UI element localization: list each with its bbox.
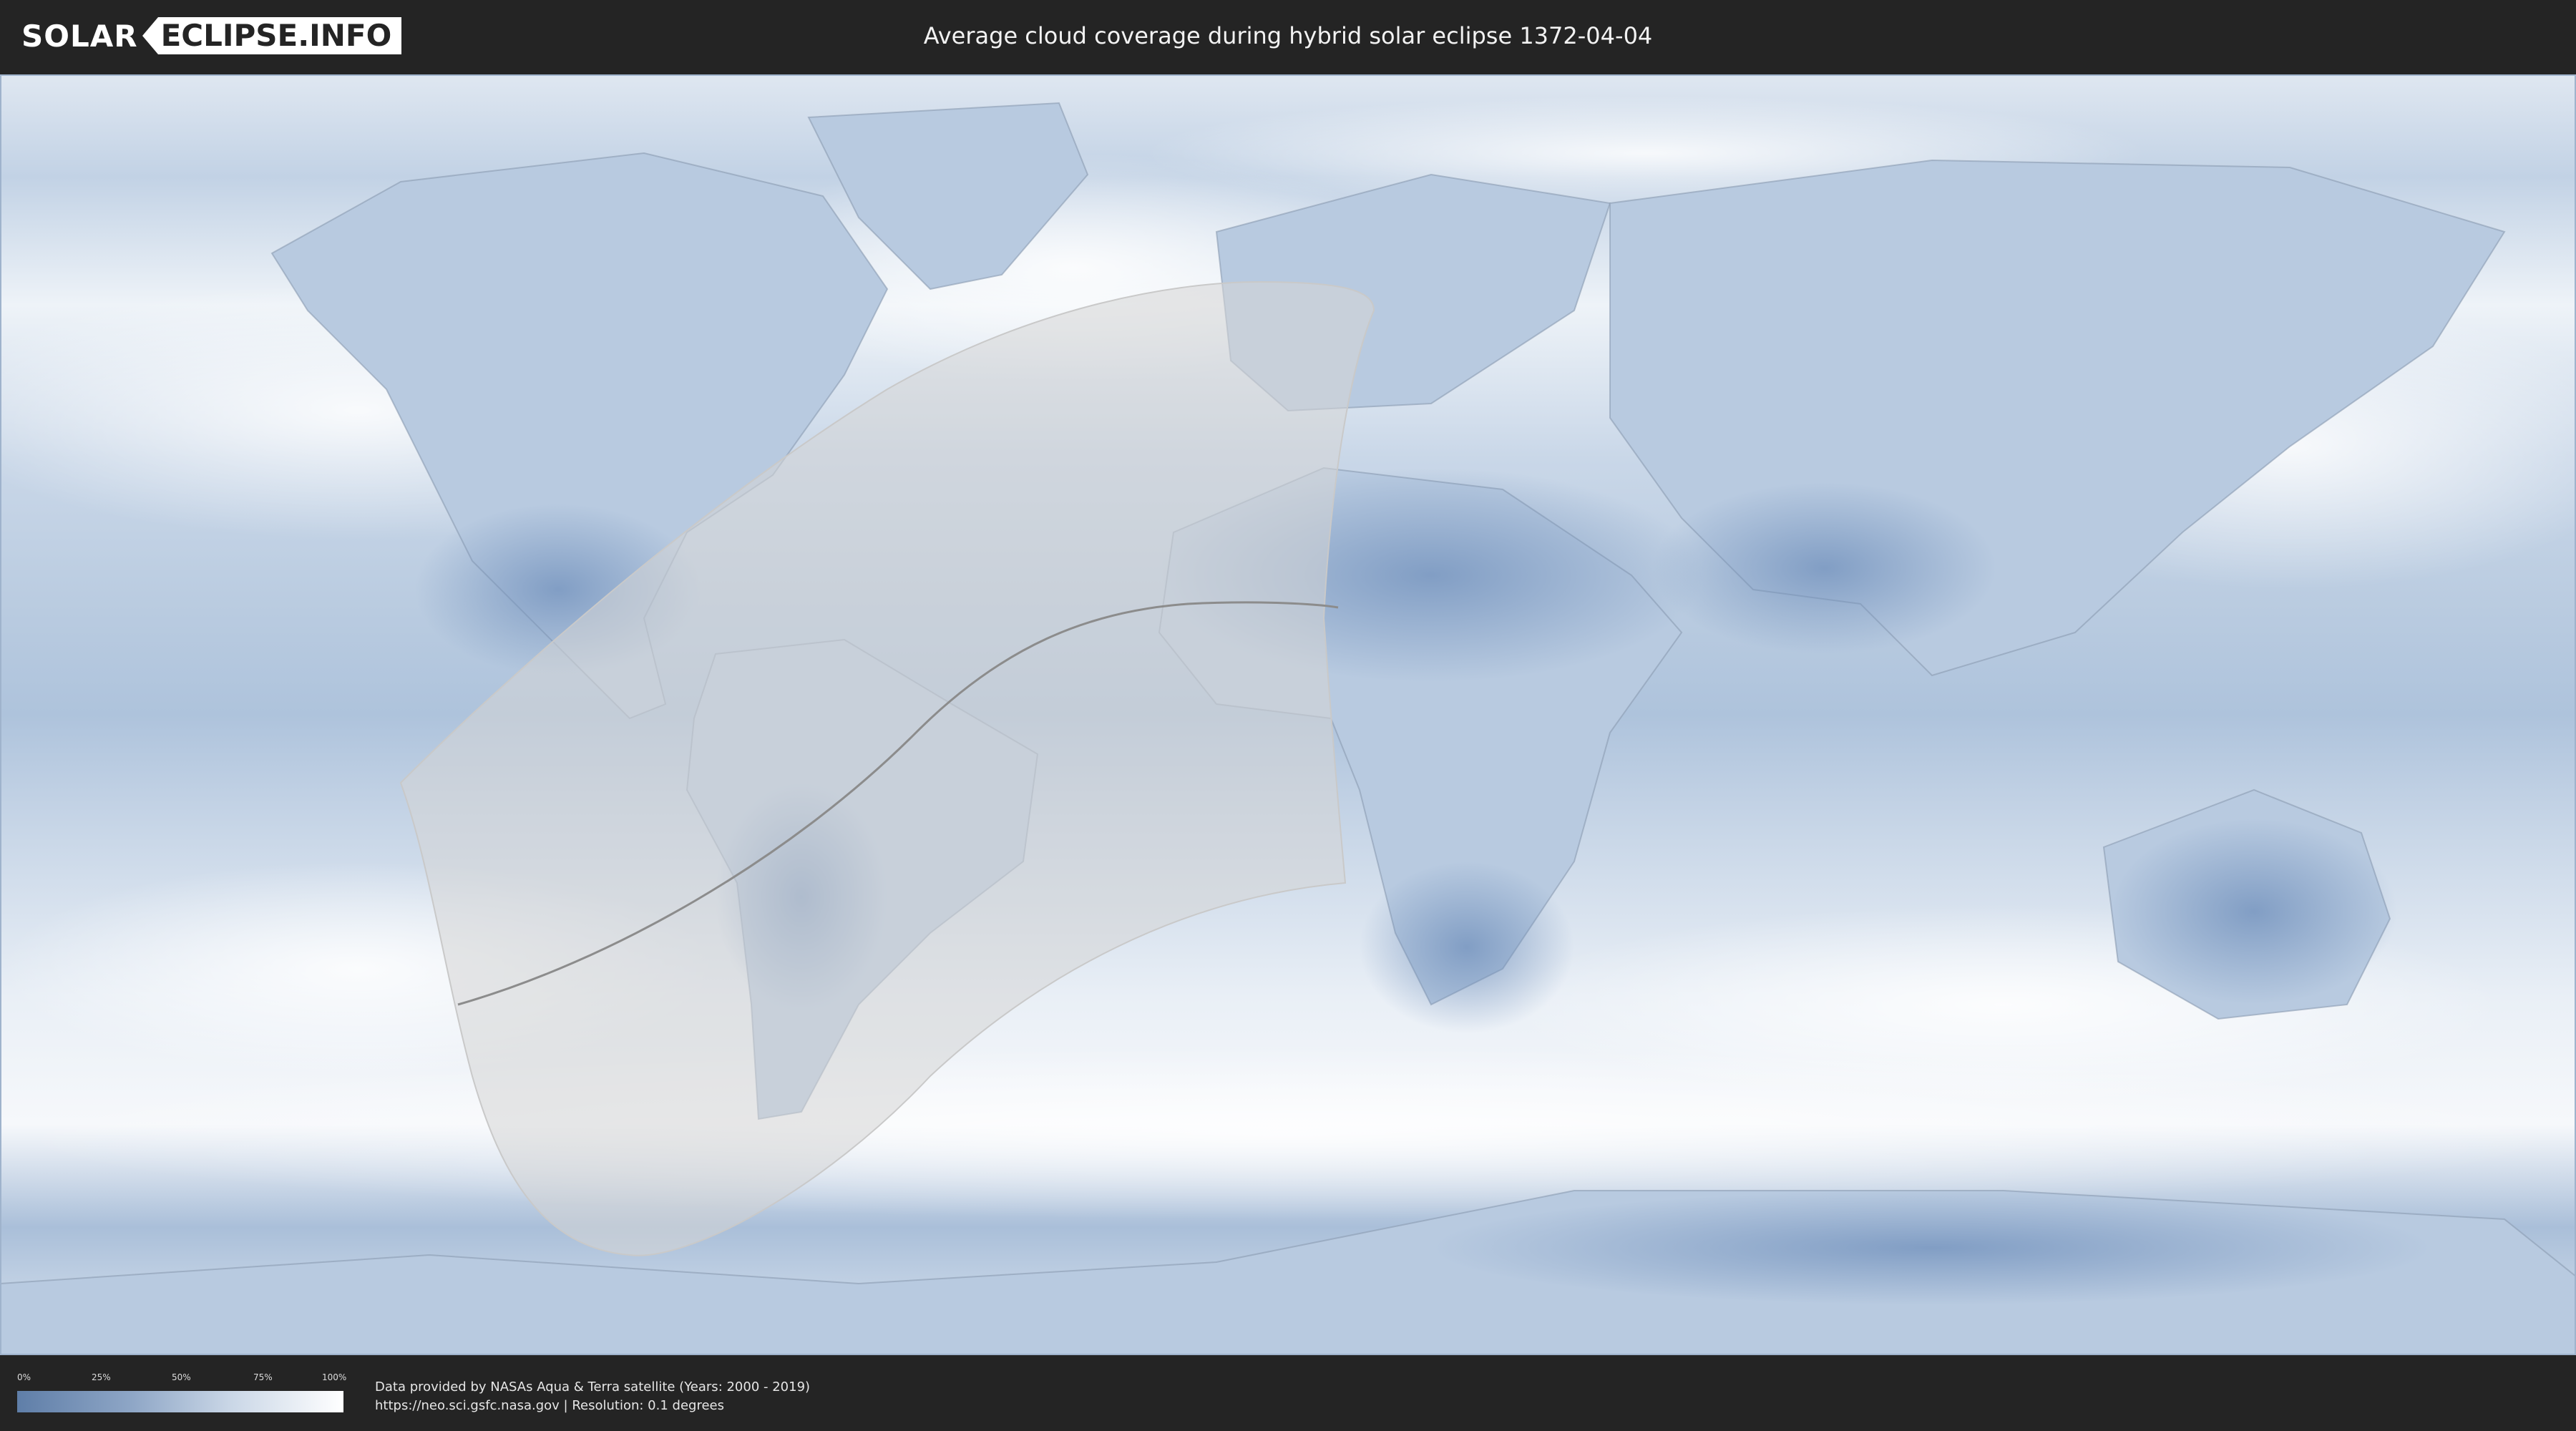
legend-tick-0: 0% [17,1372,31,1382]
legend-ticks: 0% 25% 50% 75% 100% [17,1372,347,1387]
legend-tick-25: 25% [92,1372,111,1382]
data-credits: Data provided by NASAs Aqua & Terra sate… [375,1378,810,1415]
cloud-coverage-legend: 0% 25% 50% 75% 100% [17,1372,347,1412]
legend-tick-100: 100% [322,1372,347,1382]
credits-line-url[interactable]: https://neo.sci.gsfc.nasa.gov | Resoluti… [375,1397,810,1415]
cloud-coverage-map [0,74,2576,1355]
legend-tick-50: 50% [172,1372,191,1382]
page-title: Average cloud coverage during hybrid sol… [923,22,1653,49]
header-bar: SOLAR ECLIPSE.INFO Average cloud coverag… [0,0,2576,70]
legend-tick-75: 75% [253,1372,273,1382]
world-map-svg [0,74,2576,1355]
credits-line-source: Data provided by NASAs Aqua & Terra sate… [375,1379,811,1395]
footer-bar: 0% 25% 50% 75% 100% Data provided by NAS… [0,1357,2576,1431]
legend-color-bar [17,1391,343,1412]
